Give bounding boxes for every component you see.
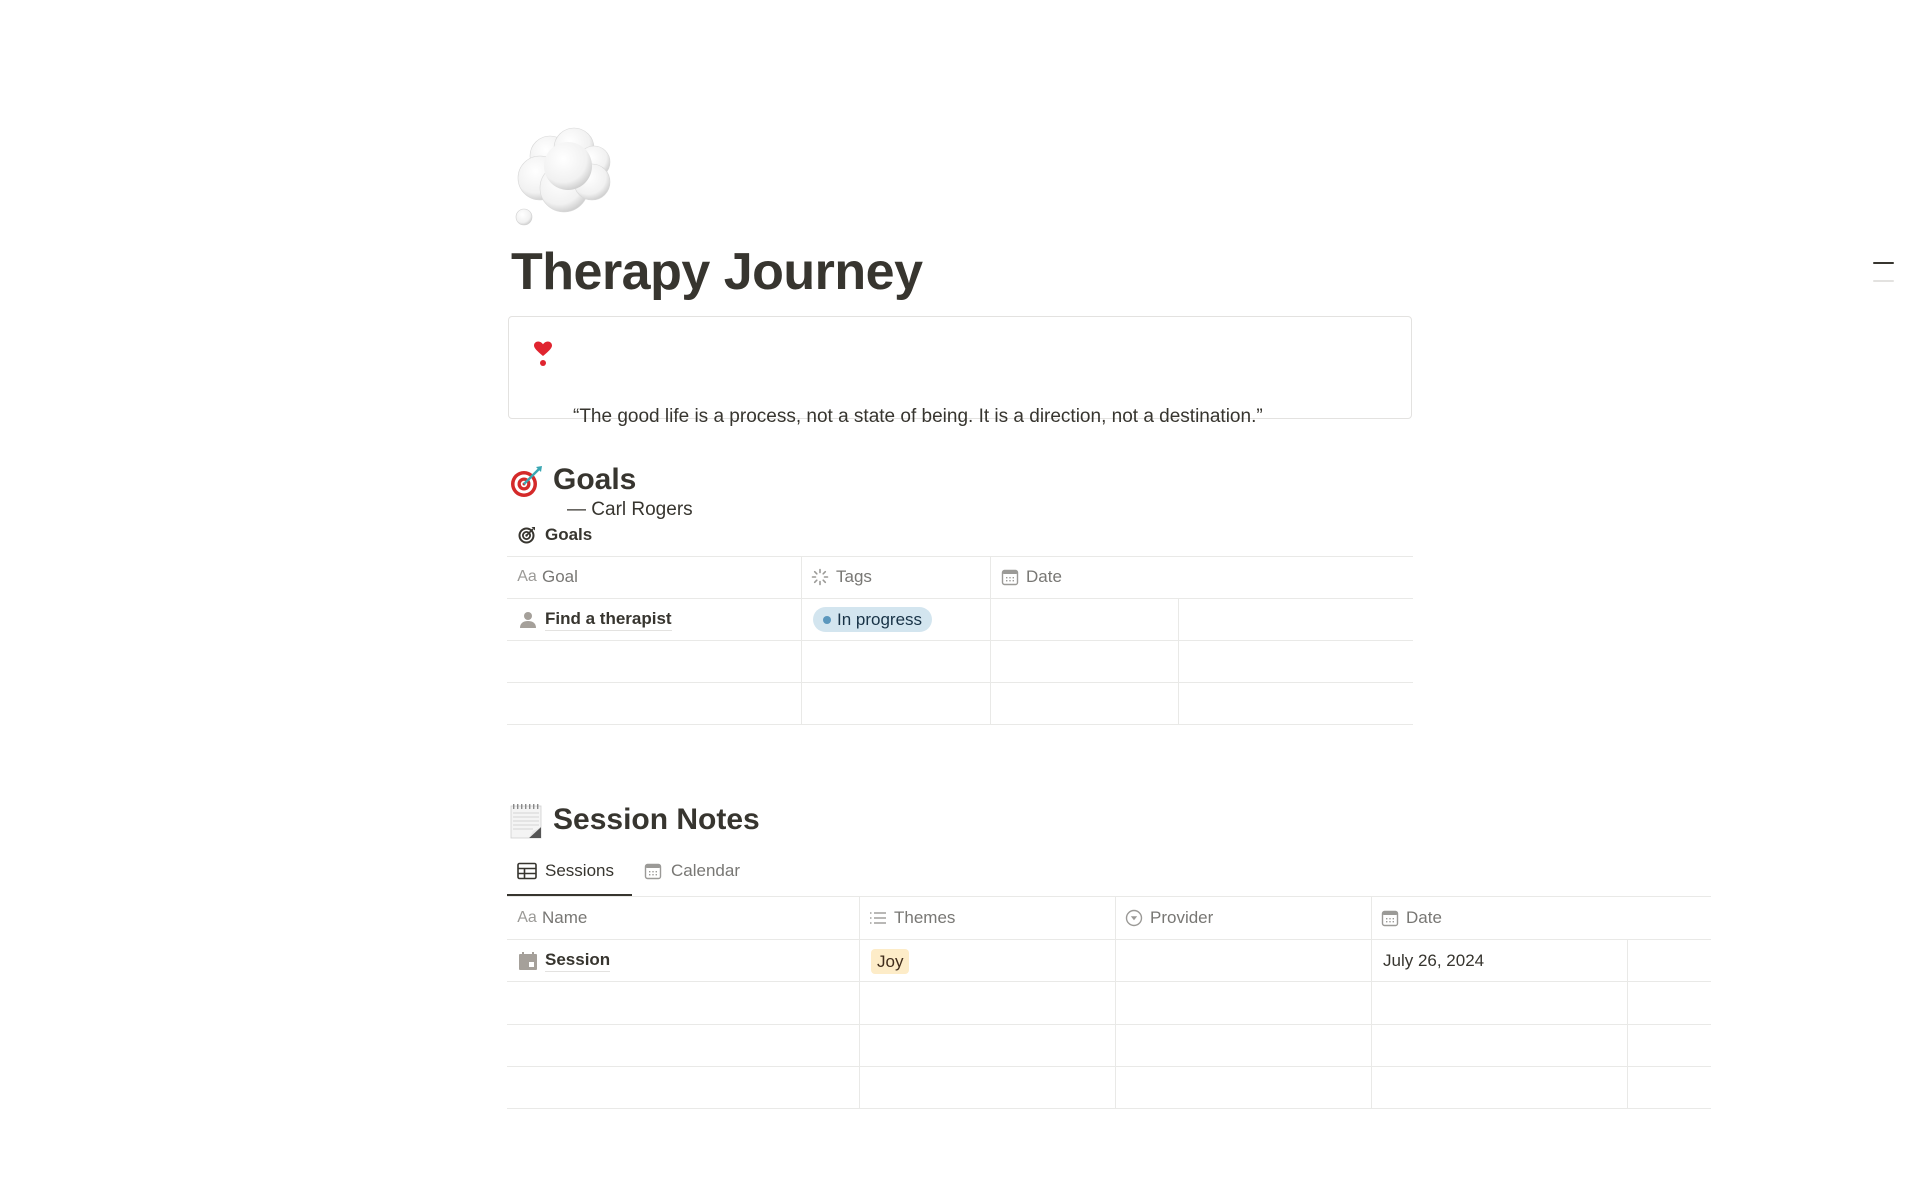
column-header-label: Tags	[836, 567, 872, 586]
tab-sessions[interactable]: Sessions	[517, 860, 614, 882]
column-header-themes[interactable]: Themes	[868, 907, 955, 929]
status-spinner-icon	[810, 567, 830, 587]
table-row-date-cell[interactable]: July 26, 2024	[1383, 950, 1484, 972]
status-pill-label: In progress	[837, 609, 923, 629]
table-row[interactable]	[507, 641, 1413, 682]
column-header-date[interactable]: Date	[1380, 907, 1442, 929]
column-header-label: Name	[542, 908, 588, 927]
tab-calendar[interactable]: Calendar	[643, 860, 740, 882]
person-icon	[518, 610, 538, 630]
session-date: July 26, 2024	[1383, 951, 1485, 970]
select-icon	[1124, 908, 1144, 928]
table-border	[507, 939, 1711, 940]
column-header-goal[interactable]: Aa Goal	[516, 566, 578, 588]
table-border	[507, 1108, 1711, 1109]
goals-heading-text: Goals	[553, 463, 637, 496]
goals-heading: Goals	[509, 462, 636, 498]
text-aa-icon: Aa	[517, 568, 537, 585]
table-row-date-cell[interactable]	[991, 599, 1178, 640]
table-row-provider-cell[interactable]	[1116, 940, 1371, 981]
page-icon-thought-cloud[interactable]	[512, 118, 624, 230]
session-title[interactable]: Session	[545, 949, 611, 972]
status-dot-icon	[823, 615, 831, 624]
spiral-notepad-icon	[509, 803, 543, 839]
toc-line-active[interactable]	[1873, 262, 1894, 264]
table-icon	[517, 861, 537, 881]
calendar-icon	[1380, 908, 1400, 928]
tab-label: Calendar	[671, 861, 740, 880]
callout-text: “The good life is a process, not a state…	[567, 339, 1263, 587]
goal-title[interactable]: Find a therapist	[545, 608, 672, 631]
table-row-tags-cell[interactable]: In progress	[813, 607, 933, 632]
tab-label: Sessions	[545, 861, 614, 880]
column-header-label: Date	[1406, 908, 1442, 927]
quote-attribution: — Carl Rogers	[567, 499, 693, 520]
column-header-provider[interactable]: Provider	[1124, 907, 1213, 929]
column-header-label: Provider	[1150, 908, 1214, 927]
status-pill[interactable]: In progress	[813, 607, 933, 632]
quote-callout[interactable]: “The good life is a process, not a state…	[508, 316, 1412, 520]
toc-line[interactable]	[1873, 280, 1894, 282]
table-row[interactable]	[507, 683, 1413, 724]
column-header-label: Date	[1026, 567, 1062, 586]
page-title[interactable]: Therapy Journey	[511, 240, 923, 304]
calendar-icon	[1000, 567, 1020, 587]
goals-database-title-text: Goals	[545, 525, 593, 544]
theme-tag[interactable]: Joy	[871, 949, 910, 974]
column-header-tags[interactable]: Tags	[810, 566, 872, 588]
table-row-name-cell[interactable]: Session	[518, 949, 611, 972]
column-header-name[interactable]: Aa Name	[516, 907, 587, 929]
table-row[interactable]	[507, 982, 1711, 1024]
direct-hit-icon	[509, 463, 543, 497]
column-header-label: Themes	[894, 908, 956, 927]
heart-exclamation-icon[interactable]	[533, 341, 553, 366]
table-row-themes-cell[interactable]: Joy	[871, 949, 910, 974]
session-notes-heading: Session Notes	[509, 802, 760, 839]
table-row-goal-cell[interactable]: Find a therapist	[518, 608, 672, 631]
goals-database-title[interactable]: Goals	[518, 524, 592, 546]
calendar-icon	[643, 861, 663, 881]
table-border	[507, 724, 1413, 725]
calendar-page-icon	[518, 951, 538, 971]
column-header-label: Goal	[542, 567, 578, 586]
text-aa-icon: Aa	[517, 909, 537, 926]
table-border	[507, 896, 1711, 897]
table-row[interactable]	[507, 1067, 1711, 1108]
table-of-contents-minimap[interactable]	[1873, 258, 1895, 286]
session-notes-heading-text: Session Notes	[553, 803, 760, 836]
column-header-date[interactable]: Date	[1000, 566, 1062, 588]
target-icon	[518, 526, 536, 544]
table-border	[507, 556, 1413, 557]
list-icon	[868, 908, 888, 928]
thought-cloud-icon	[515, 127, 611, 226]
table-row[interactable]	[507, 1025, 1711, 1066]
table-border	[507, 598, 1413, 599]
quote-text: “The good life is a process, not a state…	[573, 406, 1263, 427]
